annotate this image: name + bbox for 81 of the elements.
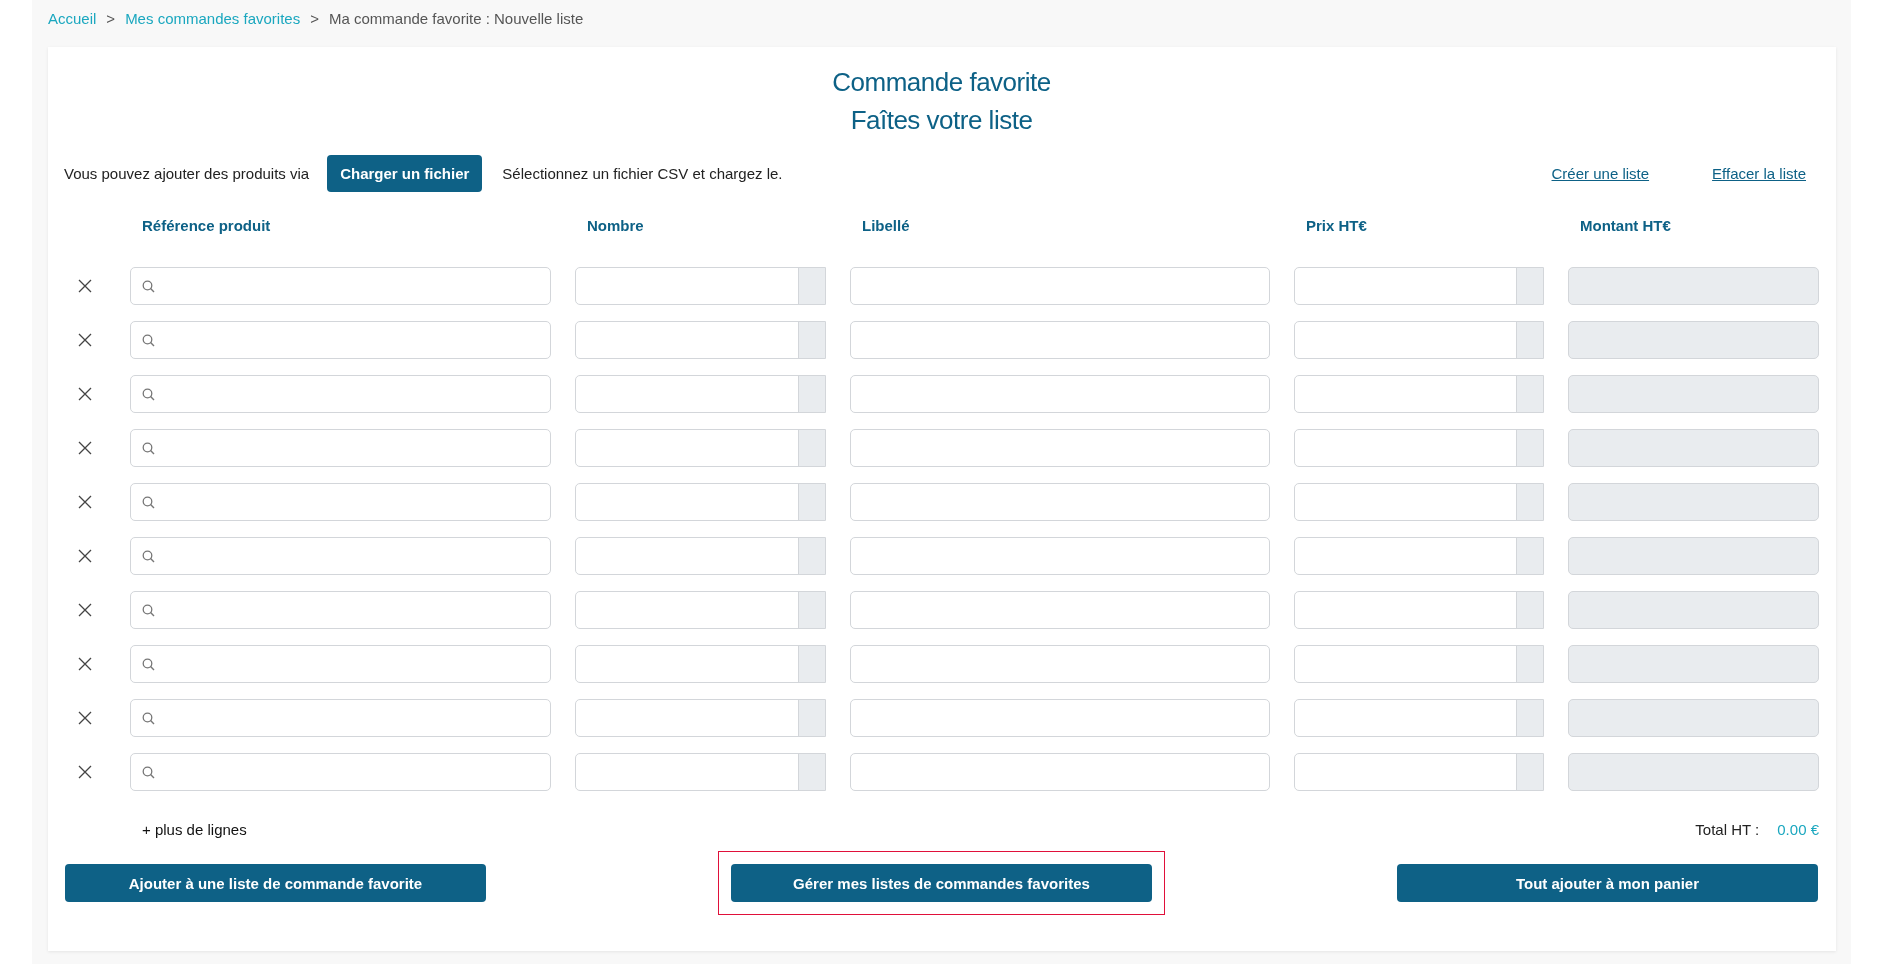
product-search-field[interactable] [130,645,551,683]
total-label: Total HT : [1695,820,1760,838]
product-search-field[interactable] [130,267,551,305]
product-search-field[interactable] [130,591,551,629]
more-lines-link[interactable]: + plus de lignes [142,820,247,838]
page-title: Commande favorite [831,66,1052,99]
page-subtitle: Faîtes votre liste [849,104,1034,137]
search-icon [142,441,155,455]
quantity-field[interactable] [575,591,826,629]
remove-icon[interactable] [78,279,92,293]
remove-icon[interactable] [78,603,92,617]
remove-icon[interactable] [78,657,92,671]
upload-intro: Vous pouvez ajouter des produits via [64,164,310,182]
remove-icon[interactable] [78,495,92,509]
quantity-field[interactable] [575,537,826,575]
search-icon [142,711,155,725]
product-search-field[interactable] [130,375,551,413]
label-field[interactable] [850,267,1270,305]
quantity-field[interactable] [575,375,826,413]
action-button[interactable]: Ajouter à une liste de commande favorite [65,864,486,902]
search-icon [142,387,155,401]
label-field[interactable] [850,591,1270,629]
column-header: Libellé [861,216,911,236]
label-field[interactable] [850,429,1270,467]
product-search-field[interactable] [130,429,551,467]
price-field[interactable] [1294,429,1544,467]
remove-icon[interactable] [78,333,92,347]
label-field[interactable] [850,753,1270,791]
price-field[interactable] [1294,321,1544,359]
column-header: Nombre [586,216,645,236]
product-search-field[interactable] [130,699,551,737]
remove-icon[interactable] [78,549,92,563]
upload-file-button[interactable]: Charger un fichier [327,154,483,192]
column-header: Référence produit [141,216,272,236]
price-field[interactable] [1294,591,1544,629]
action-button[interactable]: Gérer mes listes de commandes favorites [731,864,1152,902]
search-icon [142,603,155,617]
quantity-field[interactable] [575,699,826,737]
label-field[interactable] [850,699,1270,737]
column-header: Prix HT€ [1305,216,1368,236]
price-field[interactable] [1294,699,1544,737]
price-field[interactable] [1294,753,1544,791]
action-button[interactable]: Tout ajouter à mon panier [1397,864,1818,902]
quantity-field[interactable] [575,645,826,683]
product-search-field[interactable] [130,321,551,359]
price-field[interactable] [1294,267,1544,305]
label-field[interactable] [850,537,1270,575]
breadcrumb-separator: > [106,10,116,29]
remove-icon[interactable] [78,711,92,725]
quantity-field[interactable] [575,321,826,359]
search-icon [142,657,155,671]
quantity-field[interactable] [575,267,826,305]
list-action-link[interactable]: Créer une liste [1551,164,1650,182]
label-field[interactable] [850,375,1270,413]
label-field[interactable] [850,321,1270,359]
product-search-field[interactable] [130,753,551,791]
price-field[interactable] [1294,483,1544,521]
breadcrumb-separator: > [310,10,319,29]
search-icon [142,279,155,293]
remove-icon[interactable] [78,441,92,455]
search-icon [142,549,155,563]
product-search-field[interactable] [130,483,551,521]
product-search-field[interactable] [130,537,551,575]
breadcrumb-current: Ma commande favorite : Nouvelle liste [328,10,584,29]
search-icon [142,333,155,347]
upload-hint: Sélectionnez un fichier CSV et chargez le. [502,164,783,182]
price-field[interactable] [1294,375,1544,413]
remove-icon[interactable] [78,765,92,779]
total-value: 0.00 € [1777,820,1819,838]
quantity-field[interactable] [575,753,826,791]
price-field[interactable] [1294,537,1544,575]
quantity-field[interactable] [575,483,826,521]
column-header: Montant HT€ [1579,216,1672,236]
label-field[interactable] [850,483,1270,521]
search-icon [142,495,155,509]
label-field[interactable] [850,645,1270,683]
quantity-field[interactable] [575,429,826,467]
remove-icon[interactable] [78,387,92,401]
search-icon [142,765,155,779]
list-action-link[interactable]: Effacer la liste [1712,164,1806,182]
price-field[interactable] [1294,645,1544,683]
